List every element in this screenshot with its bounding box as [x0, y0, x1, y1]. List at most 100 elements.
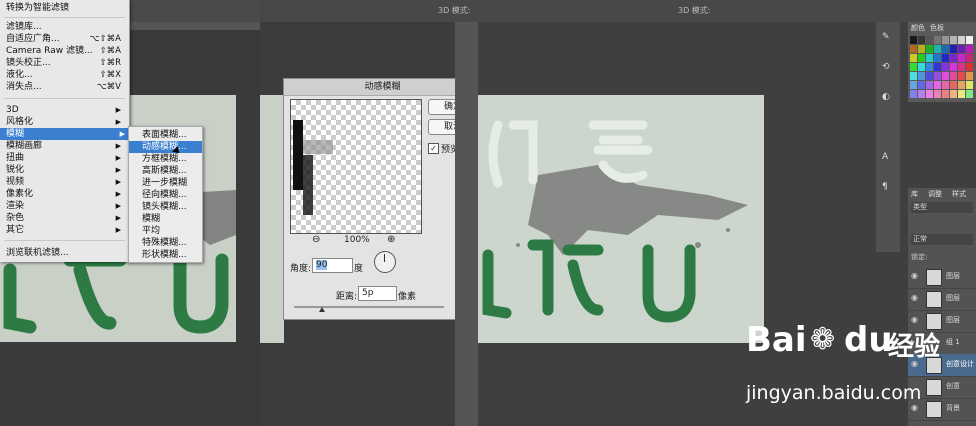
- menu-item-render[interactable]: 渲染 ▶: [6, 200, 125, 212]
- swatch-cell[interactable]: [958, 63, 965, 71]
- submenu-item-motion-blur[interactable]: 动感模糊...: [129, 141, 202, 153]
- swatch-cell[interactable]: [934, 90, 941, 98]
- swatch-cell[interactable]: [926, 36, 933, 44]
- submenu-item-average[interactable]: 平均: [129, 225, 202, 237]
- submenu-item-blur-more[interactable]: 进一步模糊: [129, 177, 202, 189]
- menu-item-filter-gallery[interactable]: 滤镜库...: [6, 21, 125, 33]
- menu-item-sharpen[interactable]: 锐化 ▶: [6, 164, 125, 176]
- distance-slider-track[interactable]: [294, 306, 444, 308]
- menu-item-stylize[interactable]: 风格化 ▶: [6, 116, 125, 128]
- swatch-cell[interactable]: [918, 63, 925, 71]
- swatch-cell[interactable]: [910, 63, 917, 71]
- type-icon[interactable]: A: [882, 152, 888, 162]
- menu-item-other[interactable]: 其它 ▶: [6, 224, 125, 236]
- swatch-cell[interactable]: [950, 63, 957, 71]
- swatch-cell[interactable]: [966, 63, 973, 71]
- zoom-out-icon[interactable]: ⊖: [312, 234, 320, 245]
- angle-dial[interactable]: [374, 251, 396, 273]
- angle-input[interactable]: 90: [312, 258, 353, 273]
- swatch-cell[interactable]: [926, 63, 933, 71]
- swatch-cell[interactable]: [926, 72, 933, 80]
- menu-item-browse-online[interactable]: 浏览联机滤镜...: [6, 247, 125, 259]
- tab-styles[interactable]: 样式: [952, 189, 966, 199]
- menu-item-distort[interactable]: 扭曲 ▶: [6, 152, 125, 164]
- swatch-cell[interactable]: [942, 45, 949, 53]
- menu-item-lens-correction[interactable]: 镜头校正... ⇧⌘R: [6, 57, 125, 69]
- swatch-cell[interactable]: [966, 54, 973, 62]
- submenu-item-gaussian-blur[interactable]: 高斯模糊...: [129, 165, 202, 177]
- swatch-cell[interactable]: [926, 90, 933, 98]
- swatch-cell[interactable]: [950, 72, 957, 80]
- kind-filter-dropdown[interactable]: 类型: [911, 202, 973, 213]
- menu-item-adaptive-wide-angle[interactable]: 自适应广角... ⌥⇧⌘A: [6, 33, 125, 45]
- submenu-item-radial-blur[interactable]: 径向模糊...: [129, 189, 202, 201]
- swatch-cell[interactable]: [966, 36, 973, 44]
- swatch-cell[interactable]: [918, 54, 925, 62]
- swatch-cell[interactable]: [918, 90, 925, 98]
- swatch-cell[interactable]: [958, 54, 965, 62]
- submenu-item-shape-blur[interactable]: 形状模糊...: [129, 249, 202, 261]
- swatch-cell[interactable]: [910, 36, 917, 44]
- swatch-cell[interactable]: [966, 45, 973, 53]
- swatch-cell[interactable]: [950, 81, 957, 89]
- swatch-grid[interactable]: [910, 36, 974, 100]
- swatch-cell[interactable]: [958, 36, 965, 44]
- swatch-cell[interactable]: [942, 90, 949, 98]
- menu-item-noise[interactable]: 杂色 ▶: [6, 212, 125, 224]
- swatch-cell[interactable]: [966, 81, 973, 89]
- swatch-cell[interactable]: [910, 81, 917, 89]
- menu-item-pixelate[interactable]: 像素化 ▶: [6, 188, 125, 200]
- swatch-cell[interactable]: [910, 72, 917, 80]
- submenu-item-blur[interactable]: 模糊: [129, 213, 202, 225]
- swatch-cell[interactable]: [934, 45, 941, 53]
- visibility-eye-icon[interactable]: ◉: [911, 403, 918, 412]
- swatch-cell[interactable]: [950, 90, 957, 98]
- menu-item-liquify[interactable]: 液化... ⇧⌘X: [6, 69, 125, 81]
- menu-item-blur-gallery[interactable]: 模糊画廊 ▶: [6, 140, 125, 152]
- swatch-cell[interactable]: [918, 72, 925, 80]
- swatch-cell[interactable]: [934, 72, 941, 80]
- layer-row[interactable]: ◉ 图层: [908, 266, 976, 289]
- tab-swatches[interactable]: 色板: [930, 23, 944, 33]
- swatch-cell[interactable]: [910, 90, 917, 98]
- brush-icon[interactable]: ✎: [882, 32, 890, 42]
- swatch-cell[interactable]: [958, 45, 965, 53]
- swatch-cell[interactable]: [926, 81, 933, 89]
- swatch-cell[interactable]: [934, 81, 941, 89]
- swatch-cell[interactable]: [934, 36, 941, 44]
- swatch-cell[interactable]: [926, 45, 933, 53]
- visibility-eye-icon[interactable]: ◉: [911, 293, 918, 302]
- submenu-item-smart-blur[interactable]: 特殊模糊...: [129, 237, 202, 249]
- blend-mode-dropdown[interactable]: 正常: [911, 234, 973, 245]
- swatch-cell[interactable]: [934, 54, 941, 62]
- swatch-cell[interactable]: [942, 63, 949, 71]
- paragraph-icon[interactable]: ¶: [882, 182, 888, 192]
- history-icon[interactable]: ⟲: [882, 62, 890, 72]
- menu-item-camera-raw[interactable]: Camera Raw 滤镜... ⇧⌘A: [6, 45, 125, 57]
- tab-adjustments[interactable]: 调整: [928, 189, 942, 199]
- swatch-cell[interactable]: [966, 90, 973, 98]
- swatch-cell[interactable]: [958, 81, 965, 89]
- swatch-cell[interactable]: [918, 45, 925, 53]
- menu-item-3d[interactable]: 3D ▶: [6, 104, 125, 116]
- swatch-cell[interactable]: [950, 36, 957, 44]
- menu-item-vanishing-point[interactable]: 消失点... ⌥⌘V: [6, 81, 125, 93]
- tab-libraries[interactable]: 库: [911, 189, 918, 199]
- layer-row[interactable]: ◉ 图层: [908, 288, 976, 311]
- swatch-cell[interactable]: [918, 36, 925, 44]
- swatch-cell[interactable]: [942, 54, 949, 62]
- swatch-cell[interactable]: [958, 90, 965, 98]
- menu-item-video[interactable]: 视频 ▶: [6, 176, 125, 188]
- swatch-cell[interactable]: [942, 36, 949, 44]
- distance-input[interactable]: 5p: [358, 286, 397, 301]
- distance-slider-thumb[interactable]: [319, 307, 325, 312]
- swatch-cell[interactable]: [934, 63, 941, 71]
- swatch-cell[interactable]: [942, 81, 949, 89]
- tab-color[interactable]: 颜色: [911, 23, 925, 33]
- submenu-item-surface-blur[interactable]: 表面模糊...: [129, 129, 202, 141]
- menu-item-blur[interactable]: 模糊 ▶: [0, 128, 129, 140]
- swatch-cell[interactable]: [966, 72, 973, 80]
- swatch-cell[interactable]: [950, 54, 957, 62]
- swatch-cell[interactable]: [910, 45, 917, 53]
- visibility-eye-icon[interactable]: ◉: [911, 271, 918, 280]
